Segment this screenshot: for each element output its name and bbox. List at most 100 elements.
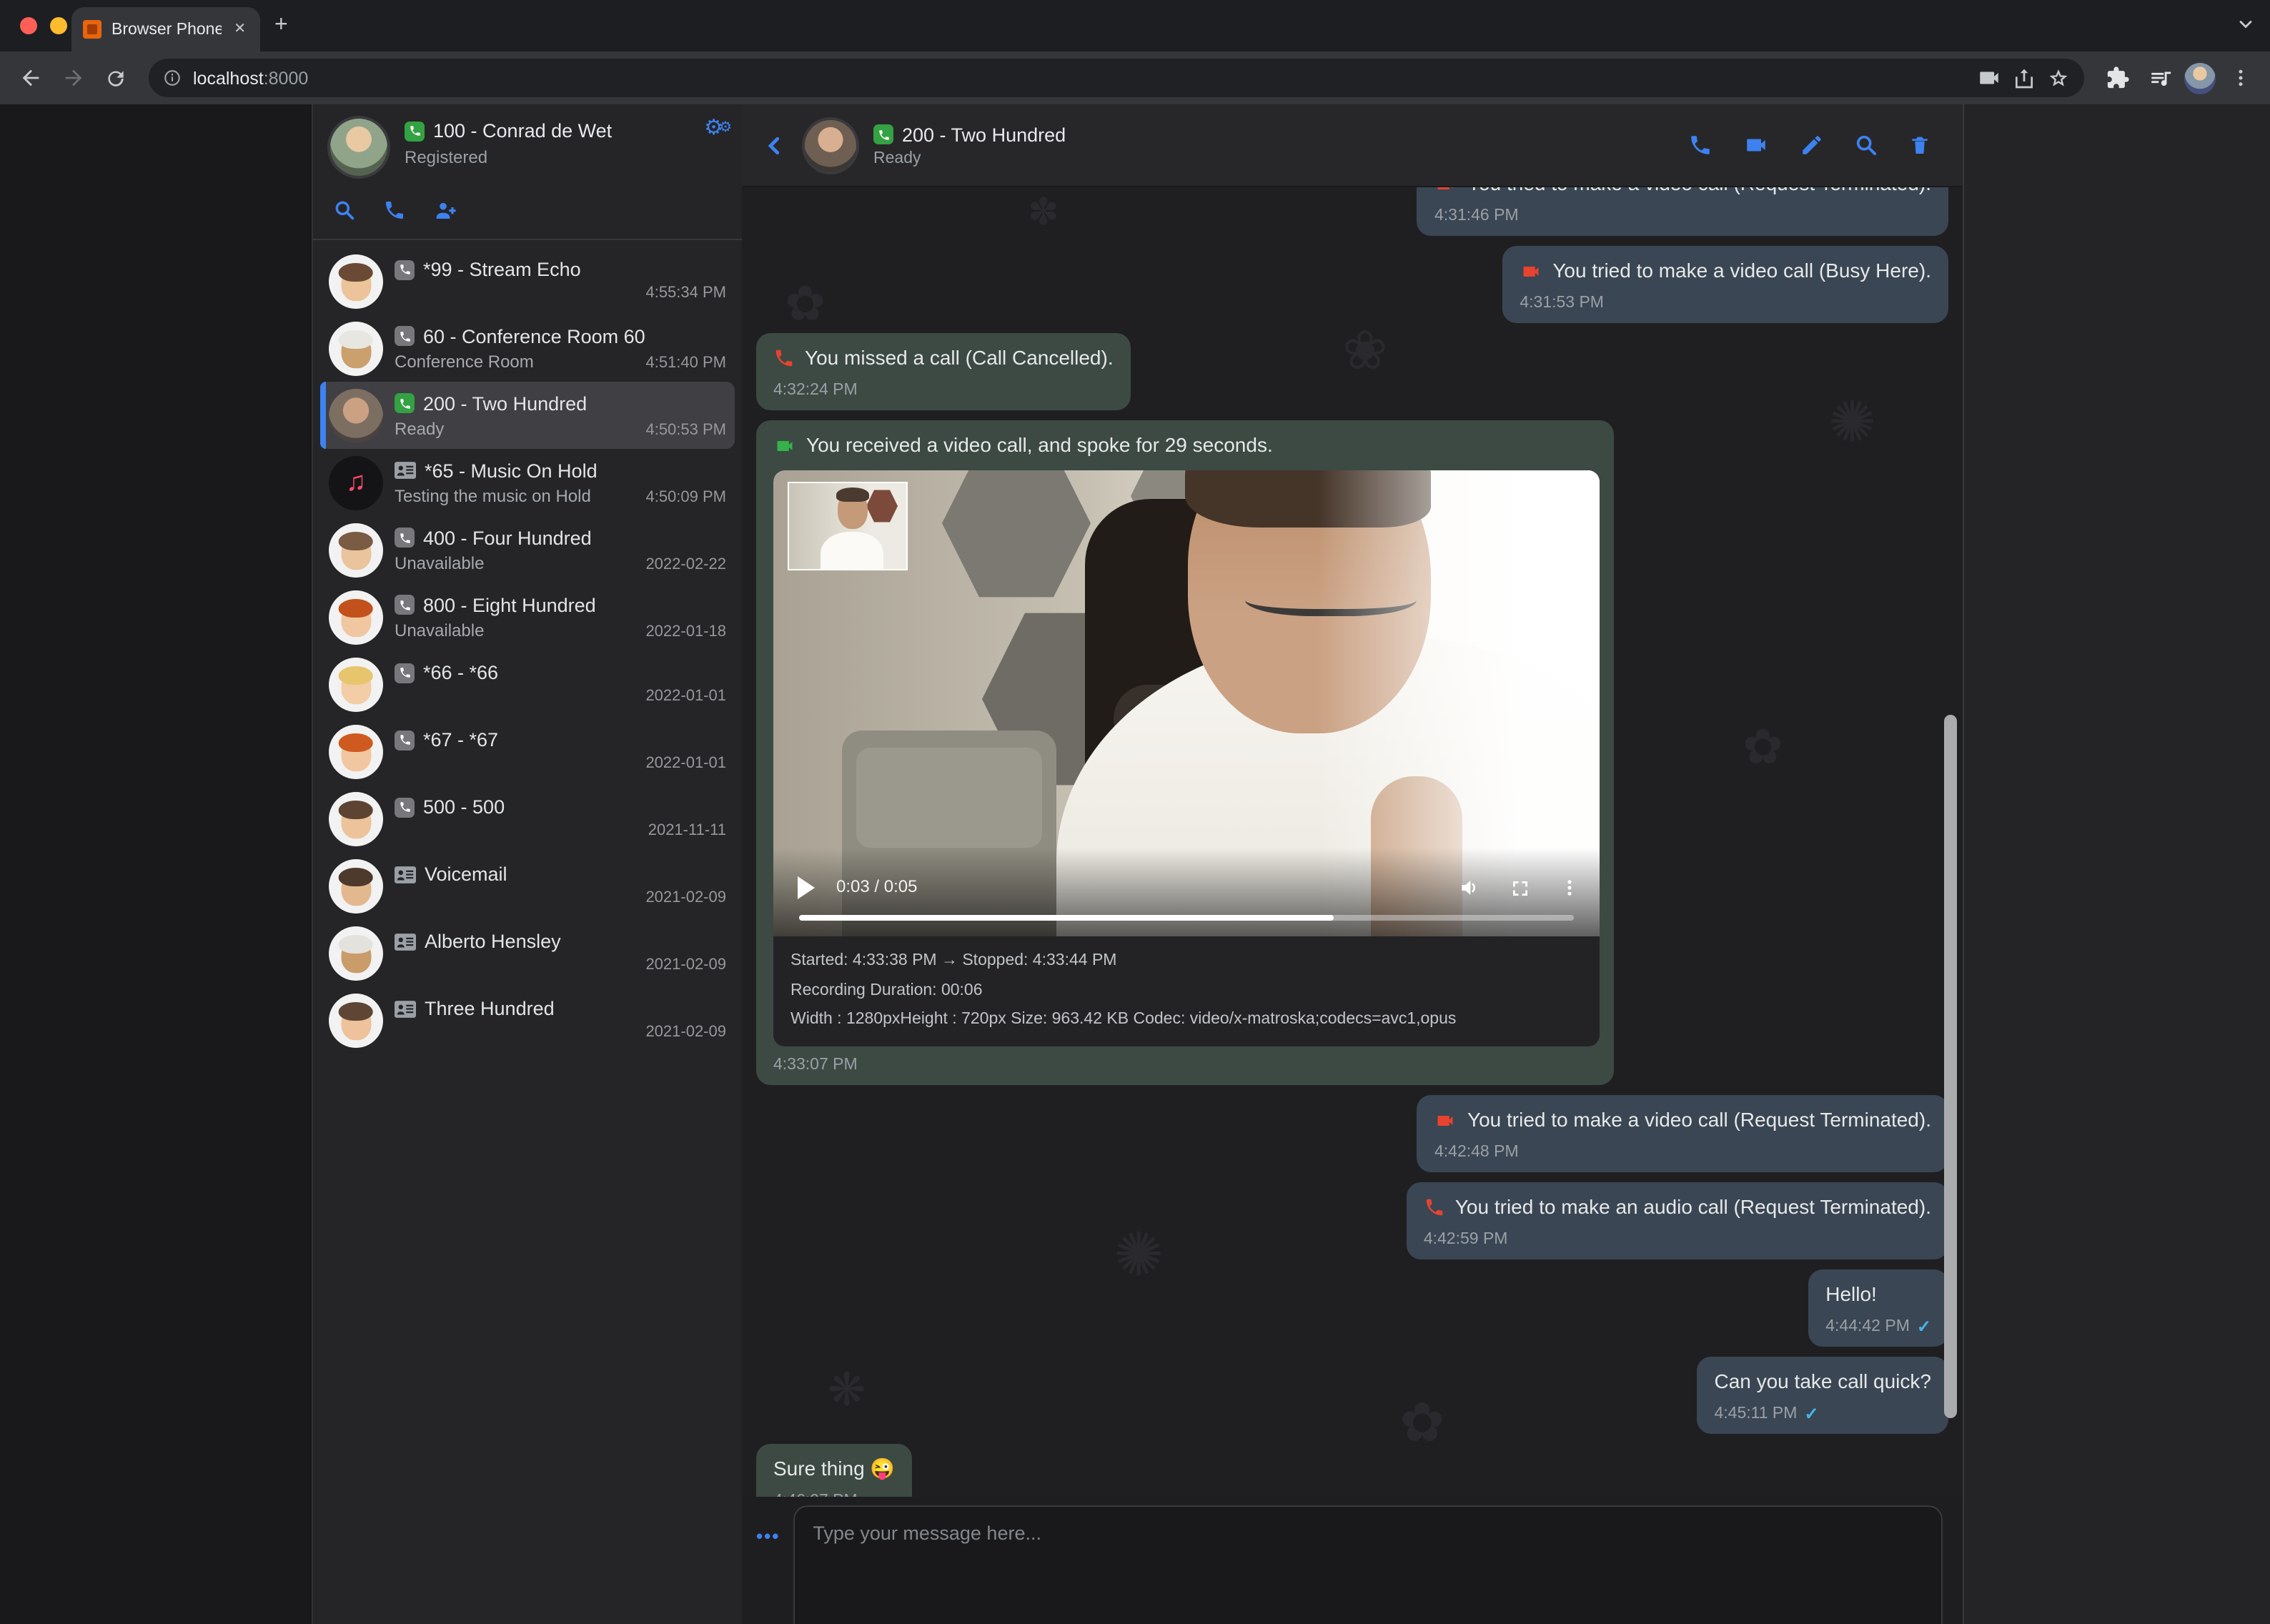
contact-row-eight-hundred[interactable]: 800 - Eight Hundred Unavailable2022-01-1… [320, 583, 735, 650]
contact-row-star67[interactable]: *67 - *67 2022-01-01 [320, 718, 735, 785]
delete-trash-button[interactable] [1908, 133, 1931, 157]
bookmark-star-icon[interactable] [2047, 66, 2070, 89]
contact-row-music-on-hold[interactable]: ♫ *65 - Music On Hold Testing the music … [320, 449, 735, 516]
message-text: Can you take call quick? [1714, 1368, 1931, 1395]
url-port: :8000 [264, 68, 309, 88]
message-list[interactable]: You tried to make a video call (Request … [742, 187, 1963, 1497]
back-button[interactable] [11, 59, 49, 96]
message-text: You received a video call, and spoke for… [806, 432, 1273, 459]
received-video-call-icon [773, 435, 796, 455]
video-call-failed-icon [1434, 187, 1457, 194]
message-text: Sure thing 😜 [773, 1455, 895, 1482]
contact-row-three-hundred[interactable]: Three Hundred 2021-02-09 [320, 986, 735, 1054]
contact-row-four-hundred[interactable]: 400 - Four Hundred Unavailable2022-02-22 [320, 516, 735, 583]
call-recording-block: 0:03 / 0:05 Started: 4:33:38 PM → Sto [773, 470, 1600, 1046]
settings-gear-icon[interactable]: ⚙⚙ [704, 116, 728, 139]
contact-row-five-hundred[interactable]: 500 - 500 2021-11-11 [320, 785, 735, 852]
tab-close-icon[interactable]: ✕ [231, 19, 249, 40]
message-text: Hello! [1825, 1281, 1877, 1308]
audio-call-failed-icon [1424, 1197, 1445, 1218]
contact-card-icon [395, 933, 416, 950]
delivered-check-icon: ✓ [1917, 1317, 1931, 1338]
new-tab-button[interactable]: + [274, 13, 288, 39]
message-bubble: Hello! 4:44:42 PM✓ [1808, 1269, 1948, 1347]
phone-badge-icon [395, 663, 415, 683]
contact-row-conference-room[interactable]: 60 - Conference Room 60 Conference Room4… [320, 315, 735, 382]
extensions-puzzle-icon[interactable] [2098, 59, 2136, 96]
message-time: 4:33:07 PM [773, 1055, 858, 1076]
chat-contact-status: Ready [873, 149, 1674, 167]
video-controls: 0:03 / 0:05 [773, 848, 1600, 936]
playlist-music-icon[interactable] [2141, 59, 2179, 96]
message-bubble: You tried to make a video call (Busy Her… [1502, 246, 1948, 323]
video-progress-bar[interactable] [799, 915, 1574, 921]
reload-button[interactable] [97, 59, 134, 96]
camera-permission-icon[interactable] [1977, 66, 2001, 90]
message-time: 4:31:46 PM [1434, 206, 1519, 227]
contact-name: Alberto Hensley [425, 931, 561, 952]
contact-name: 800 - Eight Hundred [423, 594, 596, 615]
play-button[interactable] [798, 876, 815, 899]
phone-badge-icon [395, 730, 415, 750]
search-messages-button[interactable] [1854, 133, 1878, 157]
left-gutter [0, 104, 313, 1624]
avatar [329, 590, 383, 644]
video-call-message-bubble: You received a video call, and spoke for… [756, 420, 1614, 1085]
browser-toolbar: localhost:8000 [0, 51, 2270, 104]
recording-duration: Recording Duration: 00:06 [790, 976, 1582, 1005]
add-contact-icon[interactable] [433, 199, 459, 222]
contact-row-two-hundred-selected[interactable]: 200 - Two Hundred Ready4:50:53 PM [320, 382, 735, 449]
browser-window: Browser Phone ✕ + localhost:8000 [0, 0, 2270, 1624]
avatar [329, 388, 383, 442]
edit-pencil-button[interactable] [1800, 133, 1824, 157]
video-call-button[interactable] [1743, 133, 1770, 157]
share-icon[interactable] [2013, 66, 2036, 89]
phone-badge-icon [395, 528, 415, 548]
contact-list: *99 - Stream Echo 4:55:34 PM 60 - Confer… [313, 240, 742, 1624]
composer-menu-button[interactable]: ••• [756, 1525, 780, 1624]
search-icon[interactable] [333, 199, 356, 222]
contact-card-icon [395, 462, 416, 479]
forward-button[interactable] [54, 59, 91, 96]
contact-time: 2022-01-01 [645, 688, 726, 705]
registration-status: Registered [405, 147, 690, 167]
user-avatar[interactable] [327, 116, 390, 179]
contact-time: 2021-02-09 [645, 956, 726, 974]
fullscreen-icon[interactable] [1510, 877, 1531, 898]
contact-time: 2021-02-09 [645, 1024, 726, 1041]
address-bar[interactable]: localhost:8000 [149, 59, 2084, 97]
contact-row-alberto-hensley[interactable]: Alberto Hensley 2021-02-09 [320, 919, 735, 986]
back-chevron-icon[interactable] [762, 132, 788, 158]
contact-card-icon [395, 866, 416, 883]
contact-row-voicemail[interactable]: Voicemail 2021-02-09 [320, 852, 735, 919]
contact-row-star66[interactable]: *66 - *66 2022-01-01 [320, 650, 735, 718]
tab-browser-phone[interactable]: Browser Phone ✕ [71, 7, 260, 51]
contact-card-icon [395, 1000, 416, 1017]
chat-scrollbar-thumb[interactable] [1944, 715, 1957, 1418]
volume-icon[interactable] [1458, 876, 1481, 899]
message-input[interactable] [793, 1505, 1943, 1624]
recording-metadata: Started: 4:33:38 PM → Stopped: 4:33:44 P… [773, 936, 1600, 1046]
chevron-down-icon[interactable] [2236, 14, 2256, 34]
window-minimize-button[interactable] [50, 17, 67, 34]
video-menu-kebab-icon[interactable] [1560, 878, 1580, 898]
dialpad-phone-icon[interactable] [383, 199, 406, 222]
chat-panel: ✿ ✽ ❀ ❃ ✺ ❋ ✾ ✿ ❀ ✽ ❃ ✺ ❋ ✿ ✾ ❀ ✽ [742, 104, 1963, 1624]
avatar [329, 523, 383, 577]
message-bubble: Sure thing 😜 4:46:07 PM [756, 1444, 912, 1497]
contact-subtitle: Unavailable [395, 620, 645, 640]
site-info-icon[interactable] [163, 69, 182, 87]
chat-contact-avatar[interactable] [802, 117, 859, 174]
video-player[interactable]: 0:03 / 0:05 [773, 470, 1600, 936]
video-timecode: 0:03 / 0:05 [836, 876, 917, 896]
phone-badge-icon [395, 393, 415, 413]
avatar [329, 791, 383, 846]
browser-profile-avatar[interactable] [2184, 62, 2216, 94]
message-time: 4:31:53 PM [1520, 293, 1604, 315]
avatar [329, 321, 383, 375]
contact-row-stream-echo[interactable]: *99 - Stream Echo 4:55:34 PM [320, 247, 735, 315]
window-close-button[interactable] [20, 17, 37, 34]
audio-call-button[interactable] [1688, 133, 1713, 157]
browser-menu-kebab-icon[interactable] [2221, 59, 2259, 96]
contact-time: 4:55:34 PM [645, 284, 726, 302]
